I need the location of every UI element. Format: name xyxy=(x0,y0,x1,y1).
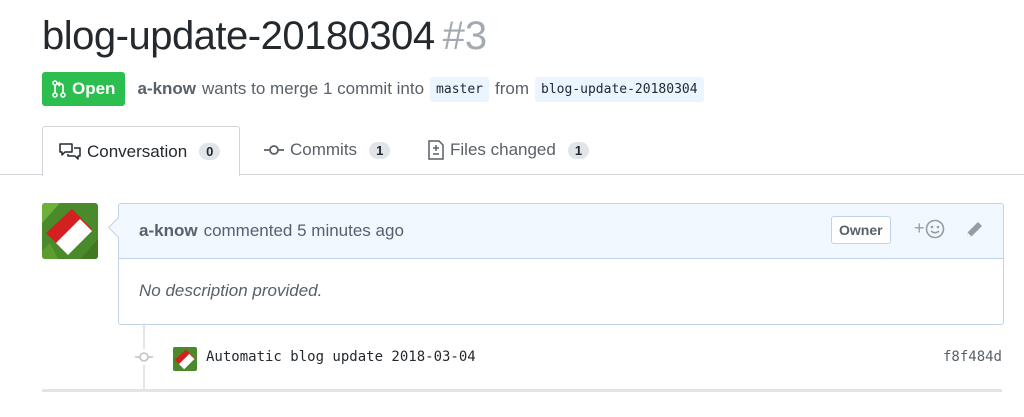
timeline-divider xyxy=(42,389,1002,392)
comment-header: a-know commented 5 minutes ago Owner + xyxy=(119,204,1003,259)
pr-summary-text: wants to merge 1 commit into xyxy=(202,79,425,98)
comment-body: No description provided. xyxy=(139,281,323,300)
tab-conversation-label: Conversation xyxy=(87,141,188,161)
pr-meta: Open a-know wants to merge 1 commit into… xyxy=(42,71,710,107)
pr-title: blog-update-20180304 xyxy=(42,14,435,58)
base-branch-ref[interactable]: master xyxy=(430,76,490,102)
tab-commits-count: 1 xyxy=(369,141,391,159)
comment-discussion-icon xyxy=(59,142,81,160)
comment-timestamp[interactable]: commented 5 minutes ago xyxy=(204,221,404,241)
edit-comment-button[interactable] xyxy=(964,220,984,245)
pr-state-badge: Open xyxy=(42,72,126,106)
commit-row: Automatic blog update 2018-03-04 f8f484d xyxy=(0,340,1024,376)
head-branch-ref[interactable]: blog-update-20180304 xyxy=(535,76,704,102)
comment-author-avatar[interactable] xyxy=(42,203,98,259)
git-commit-icon xyxy=(133,349,155,365)
pr-number: #3 xyxy=(442,14,488,58)
avatar-image xyxy=(42,203,98,259)
from-text: from xyxy=(495,79,530,98)
pr-state-label: Open xyxy=(72,79,116,98)
git-pull-request-icon xyxy=(52,80,66,98)
tab-conversation[interactable]: Conversation 0 xyxy=(42,126,240,176)
tab-files-changed-label: Files changed xyxy=(450,140,556,159)
commit-sha-link[interactable]: f8f484d xyxy=(943,349,1002,365)
owner-label: Owner xyxy=(831,216,891,244)
tab-commits-label: Commits xyxy=(290,140,358,159)
tab-conversation-count: 0 xyxy=(199,143,221,160)
comment-author-link[interactable]: a-know xyxy=(139,221,198,241)
add-reaction-button[interactable]: + xyxy=(914,218,945,239)
pr-title-row: blog-update-20180304 #3 xyxy=(42,14,487,59)
git-commit-icon xyxy=(264,145,284,155)
avatar-image xyxy=(173,347,197,371)
tab-commits[interactable]: Commits 1 xyxy=(248,126,406,174)
commit-author-avatar[interactable] xyxy=(173,347,197,371)
tab-files-changed-count: 1 xyxy=(567,141,590,159)
file-diff-icon xyxy=(428,140,444,160)
pr-author-link[interactable]: a-know xyxy=(137,79,196,99)
comment-box: a-know commented 5 minutes ago Owner + N… xyxy=(118,203,1004,325)
pencil-icon xyxy=(967,222,982,237)
commit-message-link[interactable]: Automatic blog update 2018-03-04 xyxy=(206,349,476,365)
smiley-icon xyxy=(925,219,944,238)
reaction-plus: + xyxy=(914,218,925,238)
tab-files-changed[interactable]: Files changed 1 xyxy=(412,126,605,174)
pr-tabs: Conversation 0 Commits 1 Files changed 1 xyxy=(0,126,1024,176)
